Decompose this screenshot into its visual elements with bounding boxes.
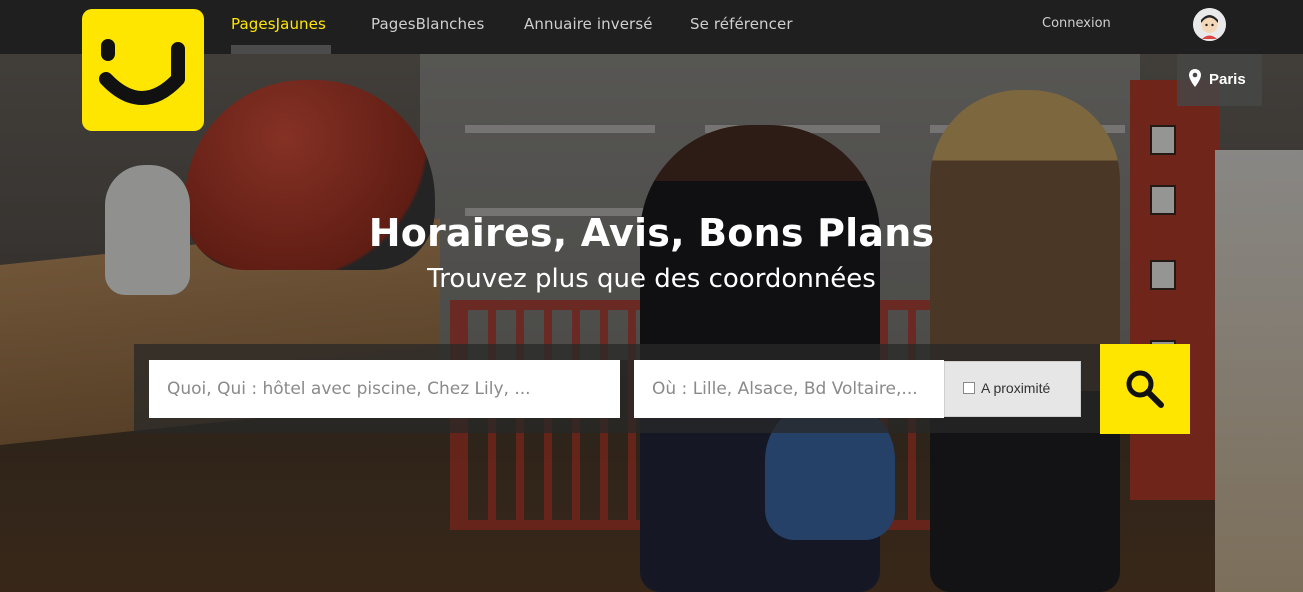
nav-active-indicator [231,45,331,54]
location-label: Paris [1209,71,1246,88]
pagesjaunes-logo[interactable] [82,9,204,131]
nav-se-referencer[interactable]: Se référencer [690,0,793,48]
nearby-toggle[interactable]: A proximité [944,361,1081,417]
smiley-logo-icon [99,39,185,105]
nav-annuaire-inverse[interactable]: Annuaire inversé [524,0,653,48]
search-button[interactable] [1100,344,1190,434]
location-pin-icon [1189,69,1201,87]
nav-pagesjaunes[interactable]: PagesJaunes [231,0,326,48]
what-search-input[interactable] [149,360,620,418]
hero-title: Horaires, Avis, Bons Plans [368,211,935,255]
hero-subtitle: Trouvez plus que des coordonnées [427,264,876,294]
nearby-checkbox[interactable] [963,382,975,394]
avatar[interactable] [1193,8,1226,41]
avatar-icon [1193,8,1226,41]
search-icon [1126,370,1164,408]
nearby-label: A proximité [981,380,1051,396]
nav-pagesblanches[interactable]: PagesBlanches [371,0,484,48]
login-link[interactable]: Connexion [1042,0,1111,48]
where-search-input[interactable] [634,360,944,418]
location-selector[interactable]: Paris [1177,54,1262,106]
